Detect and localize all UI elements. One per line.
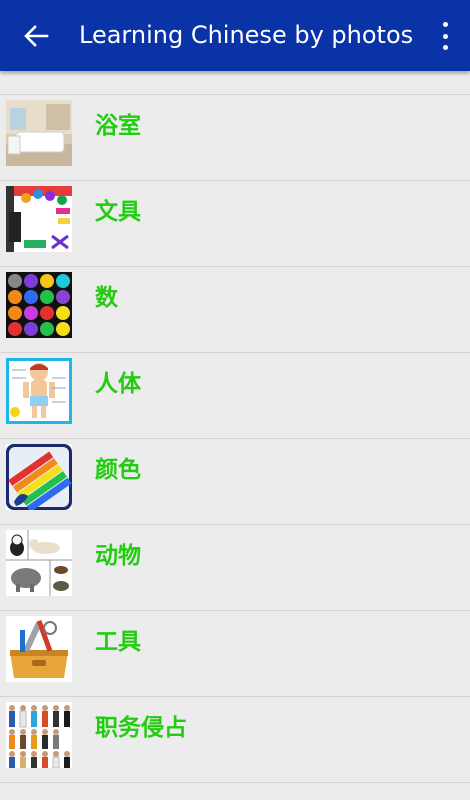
list-item-occupations[interactable]: 职务侵占 bbox=[0, 697, 470, 783]
human-body-photo bbox=[6, 358, 72, 424]
list-item-label: 工具 bbox=[95, 629, 141, 655]
app-title: Learning Chinese by photos bbox=[79, 21, 414, 49]
arrow-left-icon bbox=[24, 25, 49, 47]
stationery-photo bbox=[6, 186, 72, 252]
list-item-animals[interactable]: 动物 bbox=[0, 525, 470, 611]
list-item-label: 数 bbox=[95, 285, 118, 311]
more-vert-icon-dot bbox=[442, 33, 448, 39]
back-button[interactable] bbox=[18, 19, 54, 53]
more-options-button[interactable] bbox=[438, 22, 452, 50]
number-balls-photo bbox=[6, 272, 72, 338]
bathroom-photo bbox=[6, 100, 72, 166]
list-item-bathroom[interactable]: 浴室 bbox=[0, 95, 470, 181]
list-item-label: 文具 bbox=[95, 199, 141, 225]
list-item-label: 颜色 bbox=[95, 457, 141, 483]
list-item-label: 浴室 bbox=[95, 113, 141, 139]
list-item-human-body[interactable]: 人体 bbox=[0, 353, 470, 439]
list-item-colors[interactable]: 颜色 bbox=[0, 439, 470, 525]
list-item-label: 动物 bbox=[95, 543, 141, 569]
toolbox-photo bbox=[6, 616, 72, 682]
list-item-numbers[interactable]: 数 bbox=[0, 267, 470, 353]
more-vert-icon-dot bbox=[442, 22, 448, 27]
list-item-stationery[interactable]: 文具 bbox=[0, 181, 470, 267]
list-item-tools[interactable]: 工具 bbox=[0, 611, 470, 697]
category-list: 浴室 文具 数 人体 颜色 动物 工具 职务侵占 bbox=[0, 94, 470, 783]
list-item-label: 职务侵占 bbox=[95, 715, 187, 741]
more-vert-icon-dot bbox=[442, 45, 448, 50]
app-bar: Learning Chinese by photos bbox=[0, 0, 470, 71]
occupations-photo bbox=[6, 702, 72, 768]
list-item-label: 人体 bbox=[95, 371, 141, 397]
animals-photo bbox=[6, 530, 72, 596]
color-markers-photo bbox=[6, 444, 72, 510]
